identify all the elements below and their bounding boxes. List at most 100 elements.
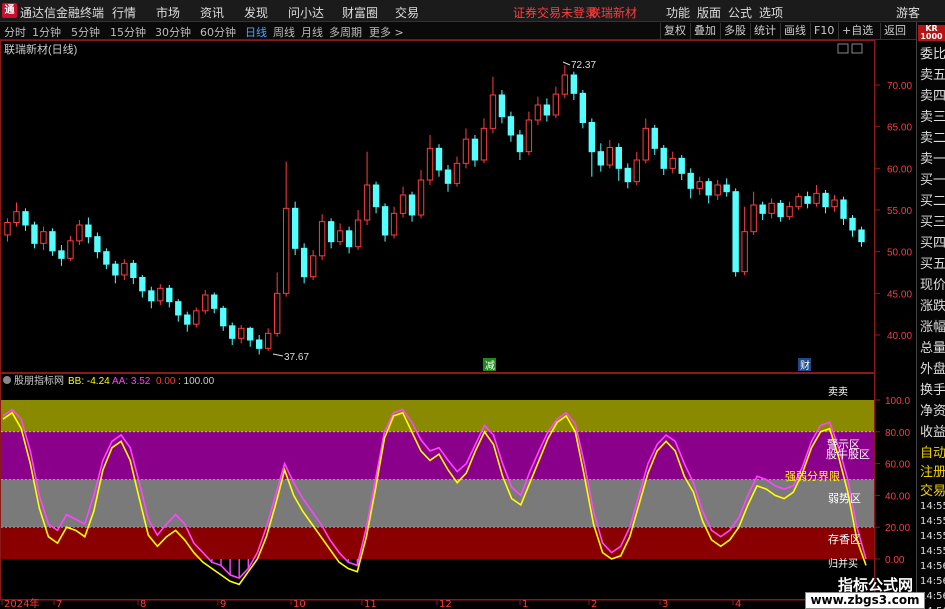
- event-mark-finance[interactable]: 财: [800, 359, 810, 372]
- hundred-value: : 100.00: [178, 376, 215, 387]
- kr-badge[interactable]: KR 1000: [918, 25, 945, 41]
- menu-item-discover[interactable]: 发现: [244, 4, 268, 21]
- menu-item-formula[interactable]: 公式: [728, 4, 752, 21]
- overlay-button[interactable]: 叠加: [690, 23, 719, 39]
- period-1min[interactable]: 1分钟: [32, 24, 61, 40]
- side-label-1: 卖五: [920, 68, 945, 83]
- aa-value: AA: 3.52: [112, 376, 151, 387]
- menu-item-layout[interactable]: 版面: [697, 4, 721, 21]
- current-stock-name[interactable]: 联瑞新材: [589, 4, 637, 21]
- date-tick: 2: [591, 599, 597, 609]
- side-time-1: 14:55: [920, 516, 945, 527]
- high-price-label: 72.37: [571, 60, 596, 71]
- bb-value: BB: -4.24: [68, 376, 110, 387]
- back-button[interactable]: 返回: [880, 23, 909, 39]
- app-title: 通达信金融终端: [20, 6, 105, 20]
- date-tick: 2024年: [4, 597, 39, 609]
- menu-item-ask[interactable]: 问小达: [288, 4, 324, 21]
- side-label-8: 买三: [920, 215, 945, 230]
- trade-warning[interactable]: 证券交易未登录: [513, 4, 597, 21]
- side-label-0: 委比: [920, 47, 945, 62]
- date-tick: 1: [522, 599, 528, 609]
- period-60min[interactable]: 60分钟: [200, 24, 236, 40]
- price-tick: 45.00: [887, 289, 912, 300]
- zone-label-buy: 归并买: [828, 557, 858, 570]
- side-label-7: 买二: [920, 194, 945, 209]
- side-label-12: 涨跌: [920, 299, 945, 314]
- indicator-tick: 20.00: [885, 523, 910, 534]
- date-tick: 7: [56, 599, 62, 609]
- menu-bar: 通 通达信金融终端 行情 市场 资讯 发现 问小达 财富圈 交易 证券交易未登录…: [0, 0, 945, 22]
- menu-item-markets[interactable]: 市场: [156, 4, 180, 21]
- indicator-tick: 40.00: [885, 491, 910, 502]
- date-tick: 9: [220, 599, 226, 609]
- zone-label-bull: 股牛股区: [826, 447, 870, 461]
- kline-chart[interactable]: 联瑞新材(日线) 70.0065.0060.0055.0050.0045.004…: [0, 40, 916, 609]
- date-tick: 8: [140, 599, 146, 609]
- side-action-1[interactable]: 注册: [920, 461, 945, 480]
- candle: [732, 188, 739, 277]
- side-action-0[interactable]: 自动: [920, 442, 945, 461]
- indicator-tick: 80.00: [885, 428, 910, 439]
- side-label-3: 卖三: [920, 110, 945, 125]
- adjust-button[interactable]: 复权: [660, 23, 689, 39]
- menu-item-function[interactable]: 功能: [666, 4, 690, 21]
- side-label-14: 总量: [920, 341, 945, 356]
- price-tick: 50.00: [887, 248, 912, 259]
- period-day[interactable]: 日线: [245, 24, 267, 40]
- side-label-15: 外盘: [920, 362, 945, 377]
- period-15min[interactable]: 15分钟: [110, 24, 146, 40]
- price-tick: 40.00: [887, 331, 912, 342]
- period-tick[interactable]: 分时: [4, 24, 26, 40]
- side-time-0: 14:55: [920, 501, 945, 512]
- period-month[interactable]: 月线: [301, 24, 323, 40]
- side-label-10: 买五: [920, 257, 945, 272]
- price-tick: 65.00: [887, 123, 912, 134]
- f10-button[interactable]: F10: [810, 23, 837, 39]
- menu-item-trade[interactable]: 交易: [395, 4, 419, 21]
- period-5min[interactable]: 5分钟: [71, 24, 100, 40]
- menu-item-news[interactable]: 资讯: [200, 4, 224, 21]
- date-tick: 10: [293, 599, 306, 609]
- add-watchlist-button[interactable]: +自选: [838, 23, 876, 39]
- zone-band: [1, 479, 874, 528]
- side-label-17: 净资: [920, 404, 945, 419]
- zone-band: [1, 527, 874, 559]
- watermark-url: www.zbgs3.com: [805, 592, 925, 609]
- side-label-4: 卖二: [920, 131, 945, 146]
- menu-item-wealth[interactable]: 财富圈: [342, 4, 378, 21]
- side-label-5: 卖一: [920, 152, 945, 167]
- period-toolbar: 分时 1分钟 5分钟 15分钟 30分钟 60分钟 日线 周线 月线 多周期 更…: [0, 22, 916, 40]
- price-tick: 60.00: [887, 164, 912, 175]
- stats-button[interactable]: 统计: [750, 23, 779, 39]
- indicator-zones: [1, 400, 874, 559]
- menu-item-options[interactable]: 选项: [759, 4, 783, 21]
- side-time-2: 14:55: [920, 531, 945, 542]
- multi-stock-button[interactable]: 多股: [720, 23, 749, 39]
- period-week[interactable]: 周线: [273, 24, 295, 40]
- side-label-18: 收益: [920, 425, 945, 440]
- app-logo-icon: 通: [2, 3, 17, 18]
- period-more[interactable]: 更多 >: [369, 24, 404, 40]
- candle: [579, 90, 587, 129]
- zone-label-store: 存香区: [828, 532, 861, 546]
- period-multi[interactable]: 多周期: [329, 24, 362, 40]
- candle: [193, 307, 200, 328]
- side-action-2[interactable]: 交易: [920, 480, 945, 499]
- side-time-4: 14:56: [920, 561, 945, 572]
- indicator-header: 股朋指标网 BB: -4.24 AA: 3.52 0.00 : 100.00: [3, 374, 215, 387]
- date-tick: 4: [735, 599, 741, 609]
- low-price-label: 37.67: [284, 352, 309, 363]
- date-tick: 12: [439, 599, 452, 609]
- user-name[interactable]: 游客: [896, 4, 920, 21]
- draw-line-button[interactable]: 画线: [780, 23, 809, 39]
- terminal-window: { "app": {"title": "通达信金融终端", "logo_text…: [0, 0, 945, 609]
- period-30min[interactable]: 30分钟: [155, 24, 191, 40]
- side-time-5: 14:56: [920, 576, 945, 587]
- side-time-3: 14:55: [920, 546, 945, 557]
- indicator-tick: 60.00: [885, 460, 910, 471]
- zone-band: [1, 400, 874, 432]
- event-mark-reduce[interactable]: 减: [485, 360, 495, 372]
- menu-item-market[interactable]: 行情: [112, 4, 136, 21]
- side-label-2: 卖四: [920, 89, 945, 104]
